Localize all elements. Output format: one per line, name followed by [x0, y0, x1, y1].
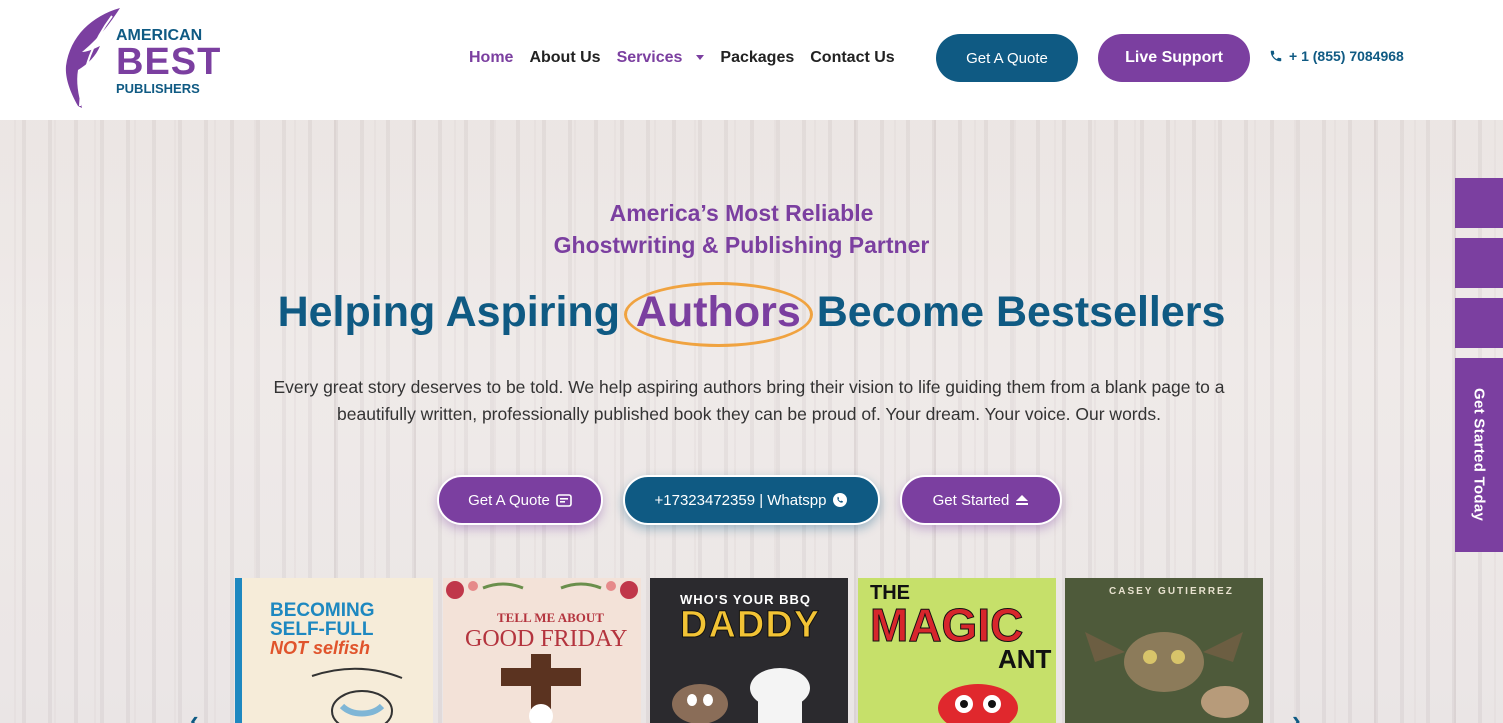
side-tab-2[interactable]	[1455, 238, 1503, 288]
nav-home[interactable]: Home	[469, 49, 513, 67]
logo-line3: PUBLISHERS	[116, 81, 200, 96]
hero-get-quote-button[interactable]: Get A Quote	[437, 475, 603, 525]
book-author: CASEY GUTIERREZ	[1109, 586, 1234, 597]
phone-icon	[1270, 50, 1282, 62]
header-get-quote-button[interactable]: Get A Quote	[936, 34, 1078, 82]
form-icon	[556, 494, 572, 507]
whatsapp-icon	[833, 493, 848, 507]
hero-description: Every great story deserves to be told. W…	[273, 377, 1225, 424]
book-cover[interactable]: THE MAGIC ANT	[858, 578, 1056, 723]
side-tab-1[interactable]	[1455, 178, 1503, 228]
creature-illustration	[1085, 632, 1249, 718]
nav-packages[interactable]: Packages	[720, 49, 794, 67]
book-title: GOOD FRIDAY	[465, 626, 628, 652]
hero-subtitle-line1: America’s Most Reliable	[609, 200, 874, 226]
whatsapp-label: +17323472359 | Whatspp	[654, 491, 827, 509]
ant-illustration	[938, 684, 1018, 723]
hero-get-started-button[interactable]: Get Started	[900, 475, 1062, 525]
carousel-next-arrow[interactable]: ›	[1292, 705, 1301, 723]
nav-contact-us[interactable]: Contact Us	[810, 49, 894, 67]
nav-about-us[interactable]: About Us	[529, 49, 600, 67]
headline-accent: Authors	[623, 282, 813, 347]
cross-illustration	[501, 654, 581, 723]
book-title: TELL ME ABOUT	[497, 610, 604, 625]
get-started-today-label: Get Started Today	[1470, 388, 1488, 522]
eject-icon	[1016, 495, 1029, 505]
flower-decoration	[446, 581, 638, 599]
live-support-button[interactable]: Live Support	[1098, 34, 1250, 82]
nav-services-label: Services	[616, 49, 683, 66]
logo-line2: BEST	[116, 41, 222, 83]
carousel-prev-arrow[interactable]: ‹	[190, 705, 199, 723]
book-cover[interactable]: TELL ME ABOUT GOOD FRIDAY	[443, 578, 641, 723]
hero-get-quote-label: Get A Quote	[468, 491, 550, 509]
nav-services[interactable]: Services	[617, 49, 705, 67]
headline-pre: Helping Aspiring	[277, 288, 620, 336]
book-cover[interactable]: WHO'S YOUR BBQ DADDY	[650, 578, 848, 723]
header-phone-link[interactable]: + 1 (855) 7084968	[1269, 48, 1404, 64]
hero-headline: Helping Aspiring Authors Become Bestsell…	[0, 282, 1503, 347]
header-phone-number: + 1 (855) 7084968	[1289, 48, 1404, 64]
logo[interactable]: AMERICAN BEST PUBLISHERS	[62, 6, 222, 112]
hand-illustration	[311, 667, 403, 723]
book-title: DADDY	[679, 604, 821, 647]
site-header: AMERICAN BEST PUBLISHERS Home About Us S…	[0, 0, 1503, 120]
book-cover[interactable]: CASEY GUTIERREZ	[1065, 578, 1263, 723]
book-cover[interactable]: BECOMING SELF-FULL NOT selfish	[235, 578, 433, 723]
whatsapp-button[interactable]: +17323472359 | Whatspp	[623, 475, 880, 525]
main-nav: Home About Us Services Packages Contact …	[469, 49, 895, 67]
chevron-down-icon	[696, 55, 705, 61]
feather-icon	[65, 8, 120, 108]
hero-get-started-label: Get Started	[932, 491, 1010, 509]
hero-subtitle-line2: Ghostwriting & Publishing Partner	[553, 232, 930, 258]
hero-section: America’s Most Reliable Ghostwriting & P…	[0, 120, 1503, 723]
get-started-today-tab[interactable]: Get Started Today	[1455, 358, 1503, 552]
side-tab-3[interactable]	[1455, 298, 1503, 348]
headline-post: Become Bestsellers	[816, 288, 1226, 336]
chef-hat-illustration	[672, 668, 810, 723]
